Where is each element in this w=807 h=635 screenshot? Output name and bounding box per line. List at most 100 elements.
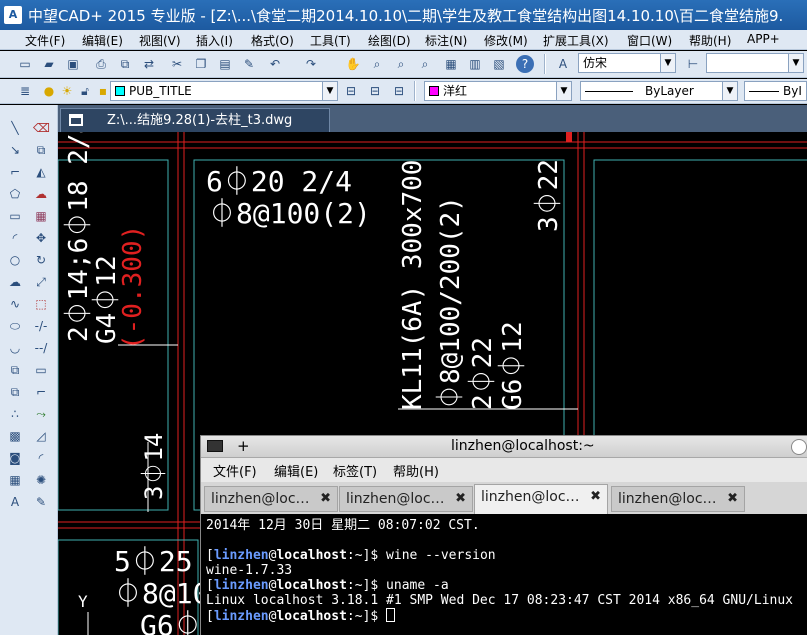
terminal-menu-tabs[interactable]: 标签(T) <box>333 461 377 480</box>
terminal-tab[interactable]: linzhen@loc… ✖ <box>339 486 473 512</box>
arc-icon[interactable]: ◜ <box>6 229 24 247</box>
menu-window[interactable]: 窗口(W) <box>627 32 672 49</box>
polygon-icon[interactable]: ⬠ <box>6 185 24 203</box>
copy-object-icon[interactable]: ⧉ <box>32 141 50 159</box>
mirror-icon[interactable]: ◭ <box>32 163 50 181</box>
explode-icon[interactable]: ✺ <box>32 471 50 489</box>
terminal-tab[interactable]: linzhen@loc… ✖ <box>611 486 745 512</box>
close-tab-icon[interactable]: ✖ <box>727 487 738 511</box>
bulb-on-icon[interactable]: ● <box>40 82 58 100</box>
spline-icon[interactable]: ∿ <box>6 295 24 313</box>
menu-insert[interactable]: 插入(I) <box>196 32 233 49</box>
print-preview-icon[interactable]: ⧉ <box>116 55 134 73</box>
menu-edit[interactable]: 编辑(E) <box>82 32 123 49</box>
new-tab-plus-icon[interactable]: + <box>237 437 250 455</box>
polyline-icon[interactable]: ⌐ <box>6 163 24 181</box>
close-tab-icon[interactable]: ✖ <box>455 487 466 511</box>
tool-palette-icon[interactable]: ▧ <box>490 55 508 73</box>
menu-modify[interactable]: 修改(M) <box>484 32 528 49</box>
menu-extended-tools[interactable]: 扩展工具(X) <box>543 32 609 49</box>
terminal-menu-file[interactable]: 文件(F) <box>213 461 257 480</box>
lineweight-select[interactable]: ByI <box>744 81 807 101</box>
terminal-tab[interactable]: linzhen@loc… ✖ <box>204 486 338 512</box>
dimension-style-icon[interactable]: ⊢ <box>684 55 702 73</box>
publish-icon[interactable]: ⇄ <box>140 55 158 73</box>
linetype-select[interactable]: ByLayer ▼ <box>580 81 738 101</box>
document-tab[interactable]: Z:\...结施9.28(1)-去柱_t3.dwg <box>60 108 330 132</box>
break-icon[interactable]: ⌐ <box>32 383 50 401</box>
chamfer-icon[interactable]: ◿ <box>32 427 50 445</box>
terminal-menu-edit[interactable]: 编辑(E) <box>274 461 318 480</box>
erase-icon[interactable]: ⌫ <box>32 119 50 137</box>
menu-help[interactable]: 帮助(H) <box>689 32 731 49</box>
terminal-title-bar[interactable]: + linzhen@localhost:~ <box>201 436 807 458</box>
move-icon[interactable]: ✥ <box>32 229 50 247</box>
sun-thaw-icon[interactable]: ☀ <box>58 82 76 100</box>
close-tab-icon[interactable]: ✖ <box>320 487 331 511</box>
copy-icon[interactable]: ❐ <box>192 55 210 73</box>
save-icon[interactable]: ▣ <box>64 55 82 73</box>
design-center-icon[interactable]: ▥ <box>466 55 484 73</box>
pan-icon[interactable]: ✋ <box>344 55 362 73</box>
circle-icon[interactable]: ○ <box>6 251 24 269</box>
new-file-icon[interactable]: ▭ <box>16 55 34 73</box>
cut-icon[interactable]: ✂ <box>168 55 186 73</box>
menu-app-plus[interactable]: APP+ <box>747 32 780 46</box>
ellipse-icon[interactable]: ⬭ <box>6 317 24 335</box>
scale-icon[interactable]: ⤢ <box>32 273 50 291</box>
menu-format[interactable]: 格式(O) <box>251 32 294 49</box>
dimension-style-select[interactable]: ▼ <box>706 53 804 73</box>
undo-icon[interactable]: ↶ <box>266 55 284 73</box>
layer-previous-icon[interactable]: ⊟ <box>366 82 384 100</box>
ellipse-arc-icon[interactable]: ◡ <box>6 339 24 357</box>
region-icon[interactable]: ◙ <box>6 449 24 467</box>
redo-icon[interactable]: ↷ <box>302 55 320 73</box>
text-style-icon[interactable]: A <box>554 55 572 73</box>
print-icon[interactable]: ⎙ <box>92 55 110 73</box>
revision-cloud-icon[interactable]: ☁ <box>6 273 24 291</box>
insert-block-icon[interactable]: ⧉ <box>6 361 24 379</box>
trim-icon[interactable]: -/- <box>32 317 50 335</box>
terminal-tab-active[interactable]: linzhen@loc… ✖ <box>474 484 608 514</box>
menu-file[interactable]: 文件(F) <box>25 32 65 49</box>
layer-manager-icon[interactable]: ≣ <box>16 82 34 100</box>
terminal-output[interactable]: 2014年 12月 30日 星期二 08:07:02 CST. [linzhen… <box>201 514 807 635</box>
table-icon[interactable]: ▦ <box>6 471 24 489</box>
edit-icon[interactable]: ✎ <box>32 493 50 511</box>
line-icon[interactable]: ╲ <box>6 119 24 137</box>
zoom-previous-icon[interactable]: ⌕ <box>416 55 434 73</box>
close-window-icon[interactable] <box>791 439 807 455</box>
rectangle-icon[interactable]: ▭ <box>6 207 24 225</box>
zoom-window-icon[interactable]: ⌕ <box>392 55 410 73</box>
point-icon[interactable]: ∴ <box>6 405 24 423</box>
make-block-icon[interactable]: ⧉ <box>6 383 24 401</box>
ray-icon[interactable]: ↘ <box>6 141 24 159</box>
offset-icon[interactable]: ☁ <box>32 185 50 203</box>
paste-icon[interactable]: ▤ <box>216 55 234 73</box>
properties-icon[interactable]: ▦ <box>442 55 460 73</box>
close-tab-icon[interactable]: ✖ <box>590 485 601 509</box>
join-icon[interactable]: ⤳ <box>32 405 50 423</box>
hatch-icon[interactable]: ▩ <box>6 427 24 445</box>
menu-dimension[interactable]: 标注(N) <box>425 32 467 49</box>
multiline-text-icon[interactable]: A <box>6 493 24 511</box>
zoom-realtime-icon[interactable]: ⌕ <box>368 55 386 73</box>
stretch-icon[interactable]: ⬚ <box>32 295 50 313</box>
font-select[interactable]: 仿宋 ▼ <box>578 53 676 73</box>
layer-select[interactable]: PUB_TITLE ▼ <box>110 81 338 101</box>
fillet-icon[interactable]: ◜ <box>32 449 50 467</box>
open-folder-icon[interactable]: ▰ <box>40 55 58 73</box>
layer-states-icon[interactable]: ⊟ <box>390 82 408 100</box>
menu-tools[interactable]: 工具(T) <box>310 32 351 49</box>
make-current-layer-icon[interactable]: ⊟ <box>342 82 360 100</box>
break-at-point-icon[interactable]: ▭ <box>32 361 50 379</box>
rotate-icon[interactable]: ↻ <box>32 251 50 269</box>
extend-icon[interactable]: --/ <box>32 339 50 357</box>
match-properties-icon[interactable]: ✎ <box>240 55 258 73</box>
array-icon[interactable]: ▦ <box>32 207 50 225</box>
menu-draw[interactable]: 绘图(D) <box>368 32 411 49</box>
lock-icon[interactable]: 🔓︎ <box>76 82 94 100</box>
color-select[interactable]: 洋红 ▼ <box>424 81 572 101</box>
terminal-menu-help[interactable]: 帮助(H) <box>393 461 439 480</box>
menu-view[interactable]: 视图(V) <box>139 32 181 49</box>
